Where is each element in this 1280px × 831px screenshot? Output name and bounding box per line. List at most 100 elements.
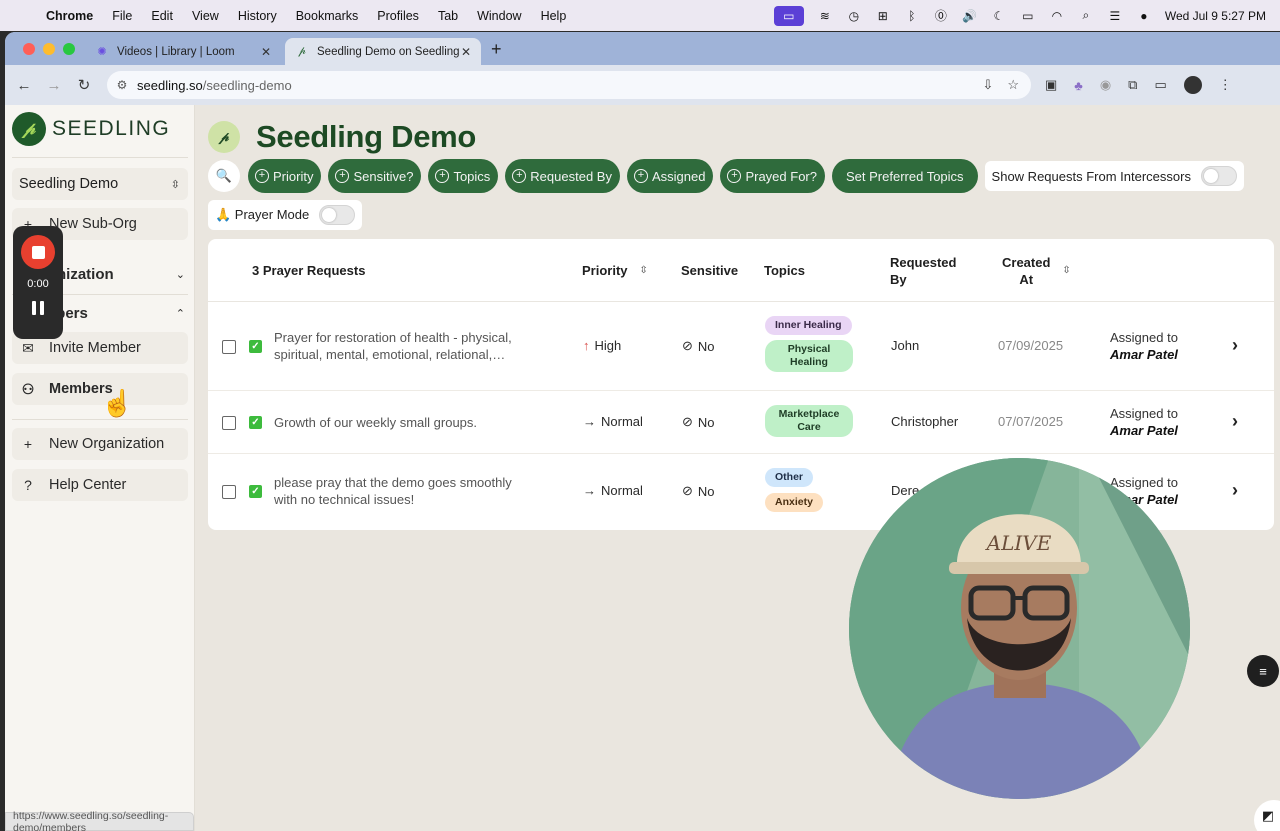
header-priority[interactable]: Priority ⇳ [582, 239, 648, 302]
menu-help[interactable]: Help [541, 9, 567, 23]
webcam-bubble[interactable]: ALIVE [849, 458, 1190, 799]
extension-square-icon[interactable]: ▣ [1045, 77, 1057, 93]
address-bar[interactable]: ⚙ seedling.so/seedling-demo ⇩ ☆ [107, 71, 1031, 99]
members-nav-button[interactable]: ⚇ Members [12, 373, 188, 405]
filter-requested-by[interactable]: + Requested By [505, 159, 620, 193]
menu-window[interactable]: Window [477, 9, 521, 23]
sort-icon[interactable]: ⇳ [1062, 262, 1070, 279]
reload-icon[interactable]: ↻ [69, 76, 99, 94]
table-row[interactable]: ✓ Growth of our weekly small groups. → No… [208, 391, 1274, 454]
install-app-icon[interactable]: ⇩ [982, 77, 993, 93]
plus-circle-icon: + [633, 169, 648, 183]
new-organization-button[interactable]: + New Organization [12, 428, 188, 460]
filter-assigned[interactable]: + Assigned [626, 159, 714, 193]
menu-edit[interactable]: Edit [151, 9, 173, 23]
table-row[interactable]: ✓ Prayer for restoration of health - phy… [208, 302, 1274, 391]
header-created-at[interactable]: Created At ⇳ [1002, 239, 1071, 302]
back-arrow-icon[interactable]: ← [9, 77, 39, 94]
stop-recording-button[interactable] [21, 235, 55, 269]
battery-icon[interactable]: ▭ [1020, 9, 1036, 23]
page-header: 𝓅 Seedling Demo [208, 119, 476, 155]
timer-icon[interactable]: ◷ [846, 9, 862, 23]
topic-tag[interactable]: Other [765, 468, 814, 487]
siri-icon[interactable]: ● [1136, 9, 1152, 23]
seedling-icon: 𝓅 [298, 45, 306, 57]
topics-cell: Marketplace Care [765, 405, 853, 437]
topic-tag[interactable]: Inner Healing [765, 316, 852, 335]
show-intercessors-switch[interactable] [1200, 166, 1237, 186]
filter-topics[interactable]: + Topics [428, 159, 499, 193]
svg-text:ALIVE: ALIVE [985, 531, 1052, 555]
profile-avatar[interactable] [1183, 76, 1202, 94]
request-text: Growth of our weekly small groups. [274, 415, 478, 430]
bluetooth-icon[interactable]: ᛒ [904, 9, 920, 23]
extension-icon[interactable]: ⊞ [875, 9, 891, 23]
topic-tag[interactable]: Physical Healing [765, 340, 853, 372]
chevron-right-icon[interactable]: › [1232, 411, 1238, 432]
help-center-button[interactable]: ? Help Center [12, 469, 188, 501]
minimize-window-button[interactable] [43, 43, 55, 55]
topic-tag[interactable]: Anxiety [765, 493, 823, 512]
site-settings-icon[interactable]: ⚙ [107, 78, 137, 92]
password-icon[interactable]: ⓪ [933, 9, 949, 23]
prayed-check-icon[interactable]: ✓ [249, 485, 262, 498]
prayer-mode-switch[interactable] [319, 205, 356, 225]
pause-icon[interactable] [30, 301, 46, 317]
wifi-icon[interactable]: ◠ [1049, 9, 1065, 23]
bookmark-star-icon[interactable]: ☆ [1007, 77, 1019, 93]
menu-profiles[interactable]: Profiles [377, 9, 419, 23]
screen-share-icon[interactable]: ▭ [773, 5, 804, 26]
control-center-icon[interactable]: ☰ [1107, 9, 1123, 23]
volume-icon[interactable]: 🔊 [962, 9, 978, 23]
sort-icon[interactable]: ⇳ [640, 265, 648, 276]
divider [12, 419, 188, 420]
close-tab-icon[interactable]: ✕ [261, 45, 271, 59]
menubar-clock[interactable]: Wed Jul 9 5:27 PM [1165, 9, 1266, 23]
cast-icon[interactable]: ▭ [1154, 77, 1166, 93]
row-select-checkbox[interactable] [222, 485, 236, 499]
menu-view[interactable]: View [192, 9, 219, 23]
menu-history[interactable]: History [238, 9, 277, 23]
row-select-checkbox[interactable] [222, 340, 236, 354]
chat-widget-button[interactable]: ≡ [1247, 655, 1279, 687]
chrome-menu-icon[interactable]: ⋮ [1219, 77, 1232, 93]
tab-seedling[interactable]: 𝓅 Seedling Demo on Seedling ✕ [285, 38, 481, 65]
tab-loom[interactable]: ✺ Videos | Library | Loom ✕ [85, 38, 281, 65]
filter-sensitive[interactable]: + Sensitive? [328, 159, 422, 193]
filter-prayed-for[interactable]: + Prayed For? [720, 159, 825, 193]
menu-file[interactable]: File [112, 9, 132, 23]
row-select-checkbox[interactable] [222, 416, 236, 430]
seedling-logo[interactable]: 𝓅 SEEDLING [12, 112, 170, 146]
org-avatar: 𝓅 [208, 121, 240, 153]
stage-manager-icon[interactable]: ≋ [817, 9, 833, 23]
menu-tab[interactable]: Tab [438, 9, 458, 23]
extensions-menu-icon[interactable]: ⧉ [1128, 77, 1137, 93]
header-label: At [1019, 271, 1034, 287]
browser-toolbar: ← → ↻ ⚙ seedling.so/seedling-demo ⇩ ☆ ▣ … [5, 65, 1280, 105]
menu-app-name[interactable]: Chrome [46, 9, 93, 23]
chevron-right-icon[interactable]: › [1232, 335, 1238, 356]
close-window-button[interactable] [23, 43, 35, 55]
zoom-window-button[interactable] [63, 43, 75, 55]
seedling-logo-icon: 𝓅 [12, 112, 46, 146]
spotlight-search-icon[interactable]: ⌕ [1078, 8, 1094, 23]
menu-bookmarks[interactable]: Bookmarks [296, 9, 359, 23]
prayed-check-icon[interactable]: ✓ [249, 340, 262, 353]
close-tab-icon[interactable]: ✕ [461, 45, 471, 59]
forward-arrow-icon[interactable]: → [39, 77, 69, 94]
focus-moon-icon[interactable]: ☾ [991, 9, 1007, 23]
prayed-check-icon[interactable]: ✓ [249, 416, 262, 429]
topic-tag[interactable]: Marketplace Care [765, 405, 853, 437]
chevron-right-icon[interactable]: › [1232, 480, 1238, 501]
camera-icon[interactable]: ◉ [1100, 77, 1111, 93]
new-tab-icon[interactable]: + [491, 39, 502, 60]
search-icon[interactable]: 🔍 [208, 160, 240, 192]
webcam-video: ALIVE [849, 458, 1190, 799]
filter-priority[interactable]: + Priority [248, 159, 322, 193]
header-label: By [890, 271, 907, 287]
org-selector[interactable]: Seedling Demo ⇳ [12, 168, 188, 200]
stop-icon [31, 245, 45, 259]
filter-bar: 🔍 + Priority + Sensitive? + Topics + Request… [208, 159, 1244, 193]
extension-puzzle-icon[interactable]: ♣ [1074, 78, 1083, 93]
set-preferred-topics-button[interactable]: Set Preferred Topics [832, 159, 978, 193]
